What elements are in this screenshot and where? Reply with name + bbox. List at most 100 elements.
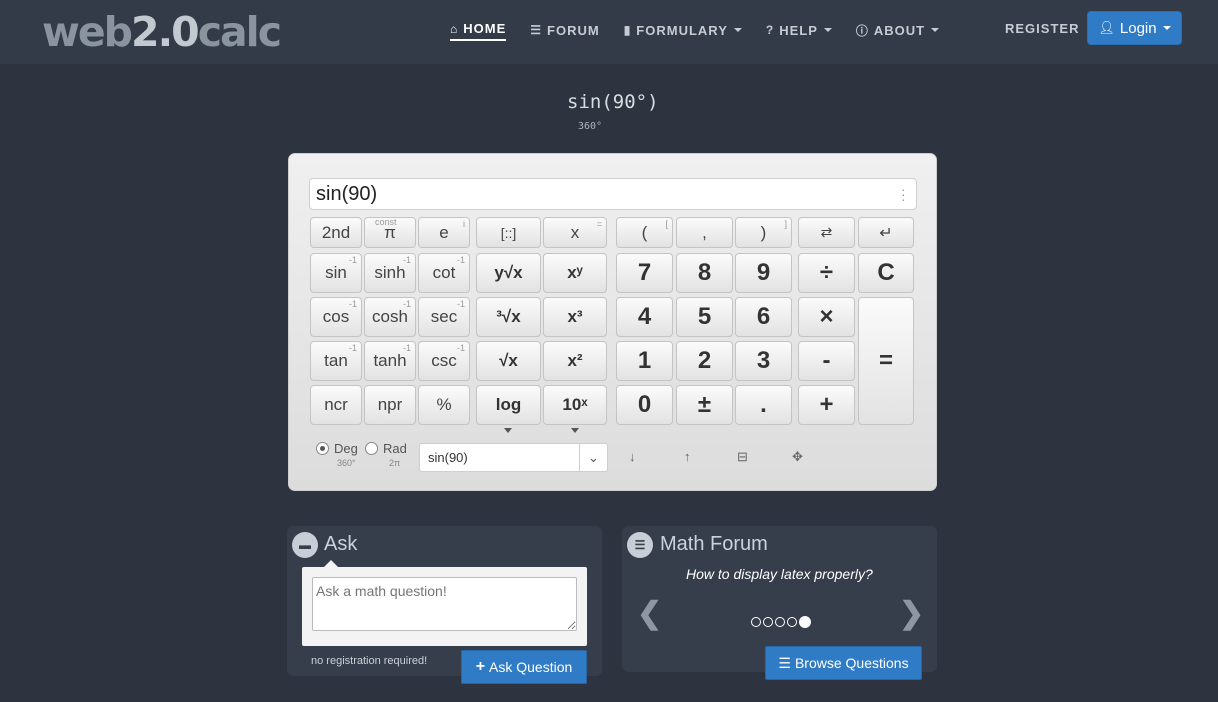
calculator-display[interactable]: sin(90) · · · [309,178,917,210]
chevron-down-icon [1162,26,1171,30]
plus-minus-button[interactable]: ± [676,385,733,425]
tanh-button[interactable]: -1 tanh [364,341,416,381]
pager-dot[interactable] [763,617,773,627]
ask-question-button[interactable]: + Ask Question [461,650,587,684]
user-icon: 👤︎ [1098,20,1115,35]
carousel-pager [751,616,811,628]
book-icon: ▮ [623,23,632,37]
nav-forum[interactable]: ☰ FORUM [530,20,599,40]
pager-dot[interactable] [787,617,797,627]
no-registration-note: no registration required! [311,655,428,667]
square-button[interactable]: x² [543,341,607,381]
chevron-down-icon[interactable]: ⌄ [579,444,607,471]
cot-button[interactable]: -1 cot [418,253,470,293]
history-select[interactable]: sin(90) ⌄ [419,443,608,472]
nav-about[interactable]: ⓘ ABOUT [855,20,940,40]
digit-1-button[interactable]: 1 [616,341,673,381]
logo[interactable]: web2.0calc [42,10,282,54]
pager-dot[interactable] [775,617,785,627]
main-nav: ⌂ HOME ☰ FORUM ▮ FORMULARY ? HELP ⓘ ABOUT [450,20,963,41]
digit-0-button[interactable]: 0 [616,385,673,425]
question-icon: ? [765,23,775,37]
ask-box [302,560,587,646]
close-paren-button[interactable]: ]) [735,217,792,248]
nav-formulary[interactable]: ▮ FORMULARY [624,20,742,40]
log-options-icon[interactable] [504,428,512,433]
equals-button[interactable]: = [858,297,914,425]
info-icon: ⓘ [855,23,869,38]
browse-questions-button[interactable]: ☰ Browse Questions [765,646,922,680]
navbar: web2.0calc ⌂ HOME ☰ FORUM ▮ FORMULARY ? HELP… [0,0,1218,64]
comma-button[interactable]: , [676,217,733,248]
chevron-down-icon [931,28,940,32]
digit-3-button[interactable]: 3 [735,341,792,381]
arrow-up-icon[interactable]: ↑ [684,449,691,464]
yth-root-button[interactable]: y√x [476,253,541,293]
e-button[interactable]: ie [418,217,470,248]
power-button[interactable]: xʸ [543,253,607,293]
clipboard-icon[interactable]: ⊟ [737,449,748,465]
sin-button[interactable]: -1 sin [310,253,362,293]
sec-button[interactable]: -1 sec [418,297,470,337]
move-icon[interactable]: ✥ [792,449,803,465]
digit-2-button[interactable]: 2 [676,341,733,381]
npr-button[interactable]: npr [364,385,416,425]
kebab-menu-icon[interactable]: · · · [901,182,906,206]
calculator: sin(90) · · · 2nd const π ie [::] = x -1 sin -… [288,153,937,491]
expression-preview-sub: 360° [578,121,603,132]
digit-5-button[interactable]: 5 [676,297,733,337]
digit-6-button[interactable]: 6 [735,297,792,337]
deg-sub-label: 360° [337,458,356,468]
ten-power-button[interactable]: 10ˣ [543,385,607,425]
multiply-button[interactable]: × [798,297,855,337]
forum-question[interactable]: How to display latex properly? [686,566,873,582]
pi-button[interactable]: const π [364,217,416,248]
second-button[interactable]: 2nd [310,217,362,248]
radio-dot [316,442,329,455]
backspace-icon[interactable]: ↵ [858,217,914,248]
cube-root-button[interactable]: ³√x [476,297,541,337]
square-root-button[interactable]: √x [476,341,541,381]
ncr-button[interactable]: ncr [310,385,362,425]
cosh-button[interactable]: -1 cosh [364,297,416,337]
chevron-down-icon [823,28,832,32]
csc-button[interactable]: -1 csc [418,341,470,381]
log-button[interactable]: log [476,385,541,425]
pager-dot-active[interactable] [799,616,811,628]
login-button[interactable]: 👤︎ Login [1087,11,1182,45]
ask-question-input[interactable] [312,577,577,631]
percent-button[interactable]: % [418,385,470,425]
nav-home[interactable]: ⌂ HOME [450,20,507,41]
sinh-button[interactable]: -1 sinh [364,253,416,293]
open-paren-button[interactable]: [( [616,217,673,248]
forum-title: Math Forum [660,533,768,555]
digit-7-button[interactable]: 7 [616,253,673,293]
digit-9-button[interactable]: 9 [735,253,792,293]
subtract-button[interactable]: - [798,341,855,381]
chevron-right-icon[interactable]: ❯ [899,596,924,631]
rad-sub-label: 2π [389,458,401,468]
matrix-button[interactable]: [::] [476,217,541,248]
decimal-point-button[interactable]: . [735,385,792,425]
ten-power-options-icon[interactable] [571,428,579,433]
cube-button[interactable]: x³ [543,297,607,337]
list-icon: ☰ [627,532,653,558]
add-button[interactable]: + [798,385,855,425]
nav-help[interactable]: ? HELP [766,20,832,40]
deg-radio[interactable]: Deg [316,441,358,456]
digit-8-button[interactable]: 8 [676,253,733,293]
rad-radio[interactable]: Rad [365,441,407,456]
register-link[interactable]: REGISTER [1005,21,1079,36]
arrow-down-icon[interactable]: ↓ [629,449,636,464]
chevron-down-icon [733,28,742,32]
pager-dot[interactable] [751,617,761,627]
divide-button[interactable]: ÷ [798,253,855,293]
swap-icon[interactable]: ⇄ [798,217,855,248]
clear-button[interactable]: C [858,253,914,293]
cos-button[interactable]: -1 cos [310,297,362,337]
digit-4-button[interactable]: 4 [616,297,673,337]
x-variable-button[interactable]: = x [543,217,607,248]
home-icon: ⌂ [450,21,459,36]
tan-button[interactable]: -1 tan [310,341,362,381]
chevron-left-icon[interactable]: ❮ [637,596,662,631]
